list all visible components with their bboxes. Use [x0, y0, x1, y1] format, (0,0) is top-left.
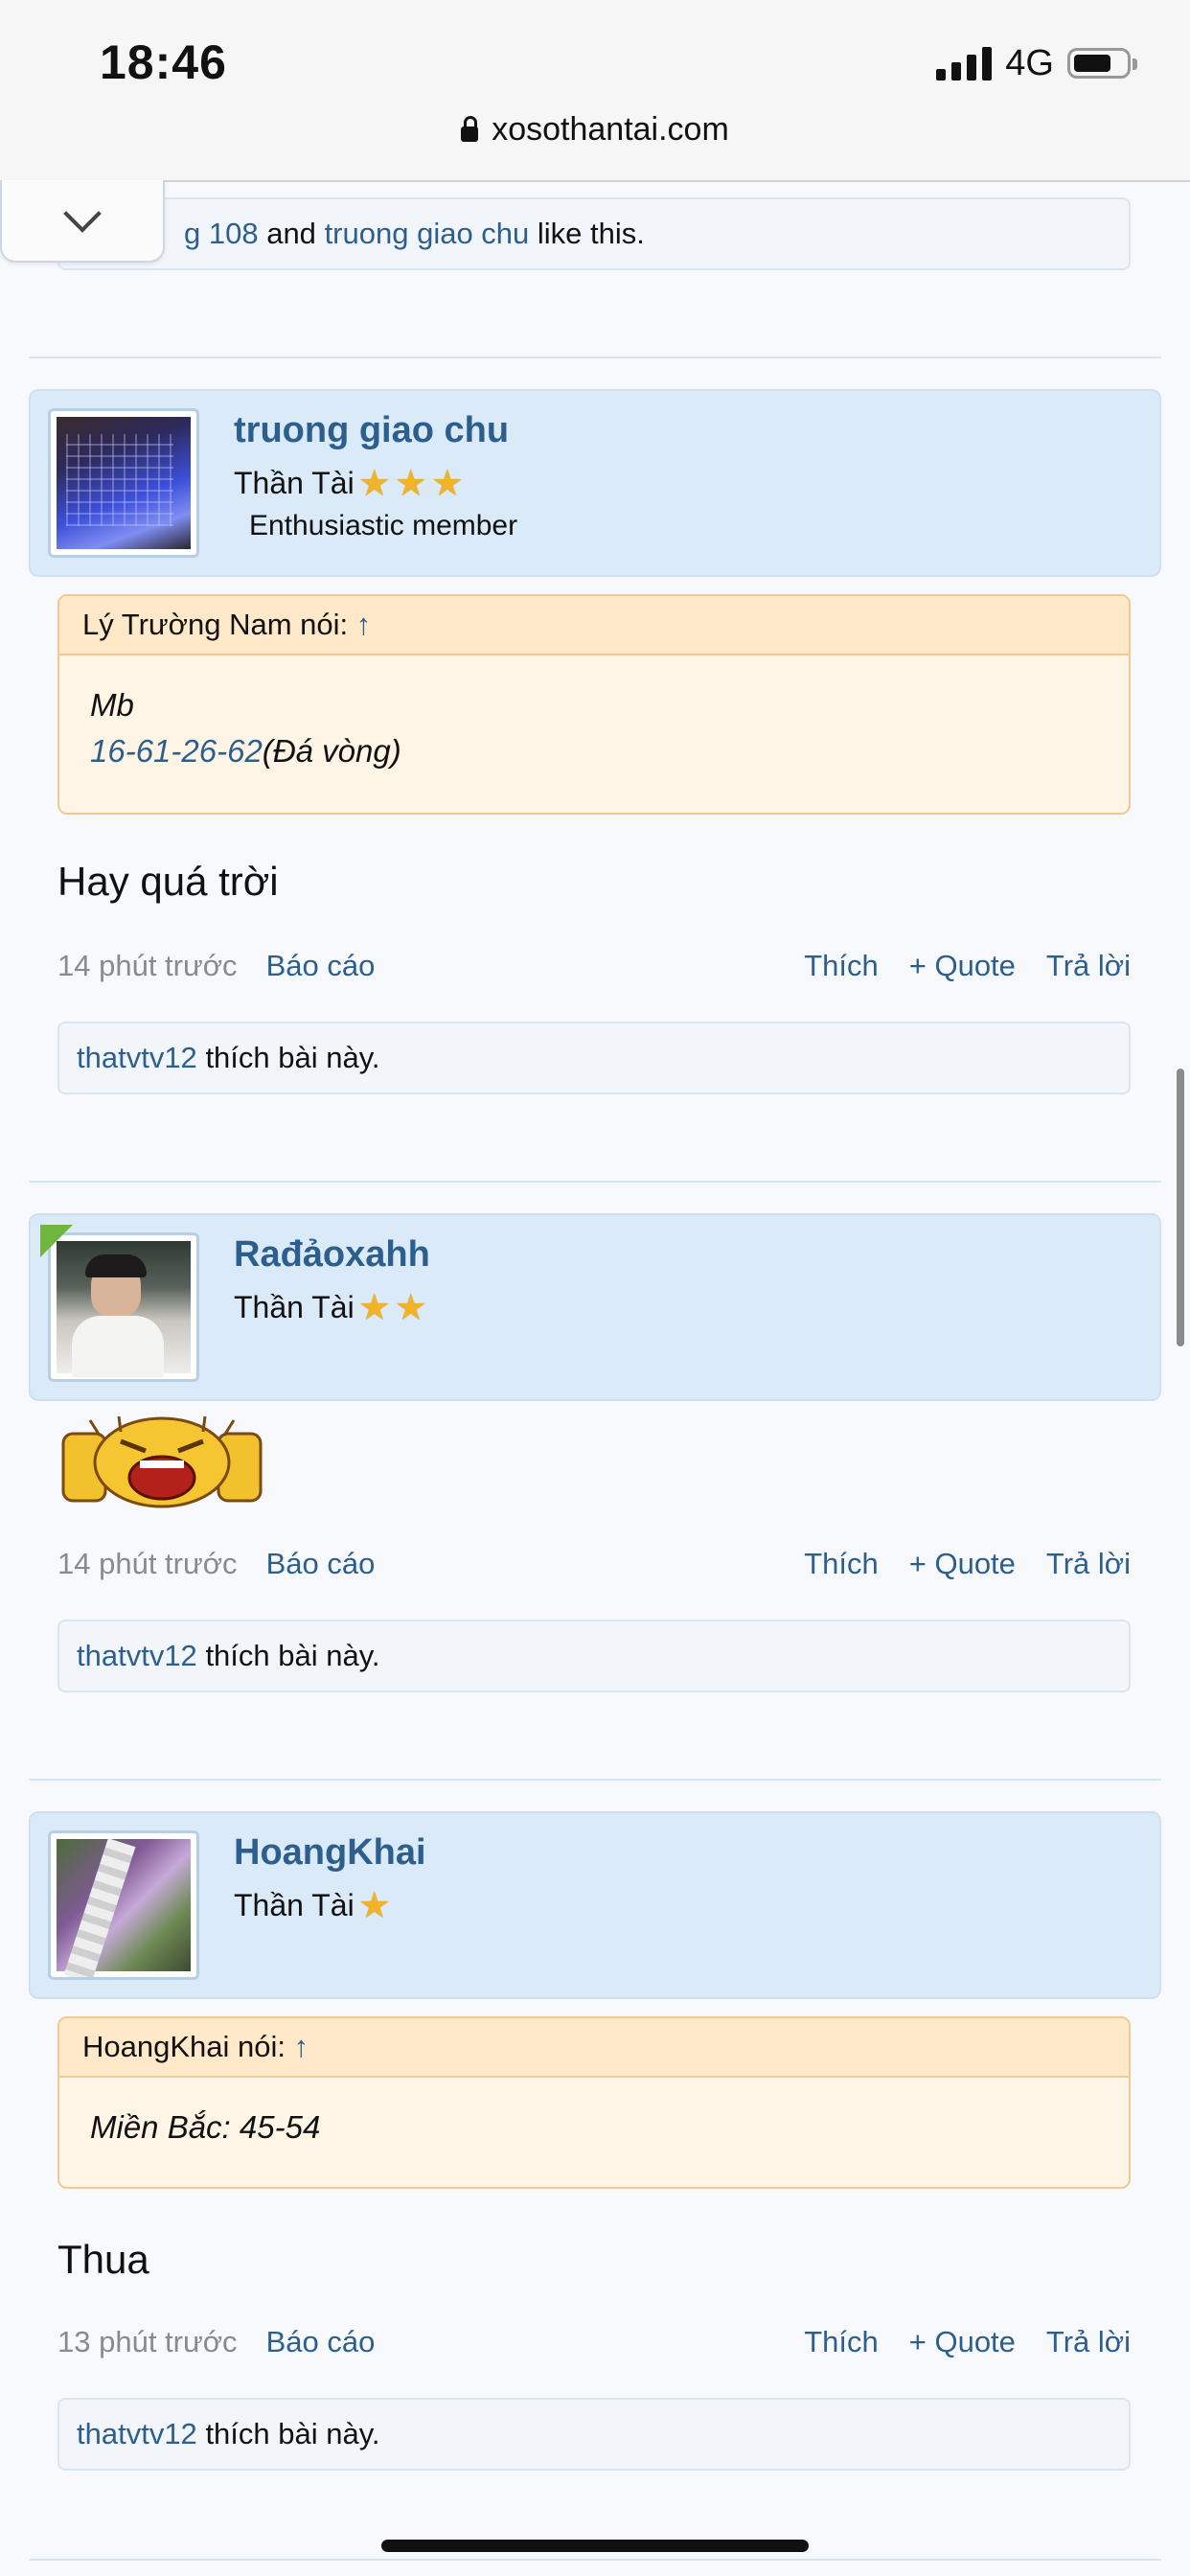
post-user-info: truong giao chu Thần Tài ★ ★ ★ Enthusiasti…: [29, 389, 1161, 577]
chevron-down-icon: [63, 195, 102, 233]
quote-block: Lý Trường Nam nói: ↑ Mb 16-61-26-62(Đá v…: [57, 594, 1131, 815]
quote-jump-arrow-icon[interactable]: ↑: [294, 2030, 309, 2064]
quote-block: HoangKhai nói: ↑ Miền Bắc: 45-54: [57, 2016, 1131, 2189]
post-divider: [29, 1779, 1161, 1781]
like-button[interactable]: Thích: [804, 949, 879, 983]
quote-jump-arrow-icon[interactable]: ↑: [356, 608, 372, 642]
likes-suffix: thích bài này.: [205, 2417, 380, 2450]
url-text: xosothantai.com: [492, 111, 729, 148]
liker-link[interactable]: g 108: [184, 217, 259, 251]
user-rank: Thần Tài ★: [234, 1884, 391, 1927]
star-icon: ★: [430, 464, 464, 504]
quote-button[interactable]: + Quote: [909, 949, 1016, 983]
star-icon: ★: [394, 464, 427, 504]
post-actions: 14 phút trước Báo cáo Thích + Quote Trả …: [57, 1547, 1131, 1581]
address-bar[interactable]: xosothantai.com: [0, 111, 1190, 149]
online-badge-icon: [40, 1225, 73, 1257]
post-actions: 14 phút trước Báo cáo Thích + Quote Trả …: [57, 949, 1131, 983]
likes-suffix: thích bài này.: [205, 1639, 380, 1672]
post-user-info: Rađảoxahh Thần Tài ★ ★: [29, 1213, 1161, 1401]
reply-button[interactable]: Trả lời: [1046, 949, 1131, 983]
quote-link[interactable]: 16-61-26-62: [90, 733, 263, 769]
quote-author: Lý Trường Nam nói:: [82, 608, 349, 641]
status-time: 18:46: [100, 35, 227, 89]
quote-author: HoangKhai nói:: [82, 2030, 286, 2063]
report-link[interactable]: Báo cáo: [266, 2325, 376, 2359]
liker-link[interactable]: truong giao chu: [325, 217, 530, 251]
post-user-info: HoangKhai Thần Tài ★: [29, 1811, 1161, 1999]
rank-label: Thần Tài: [234, 466, 355, 500]
post-actions: 13 phút trước Báo cáo Thích + Quote Trả …: [57, 2325, 1131, 2359]
liker-link[interactable]: thatvtv12: [77, 1639, 197, 1673]
browser-top-bar: 18:46 4G xosothantai.com: [0, 0, 1190, 182]
battery-icon: [1067, 48, 1137, 79]
post-time: 14 phút trước: [57, 1547, 238, 1580]
like-button[interactable]: Thích: [804, 2325, 879, 2359]
username-link[interactable]: HoangKhai: [234, 1832, 426, 1874]
quote-header: HoangKhai nói: ↑: [59, 2018, 1129, 2078]
avatar[interactable]: [48, 1830, 199, 1980]
username-link[interactable]: Rađảoxahh: [234, 1234, 430, 1276]
member-title: Enthusiastic member: [249, 510, 518, 541]
lock-icon: [461, 116, 479, 142]
star-icon: ★: [357, 1288, 391, 1328]
liker-link[interactable]: thatvtv12: [77, 2417, 197, 2451]
reply-button[interactable]: Trả lời: [1046, 2325, 1131, 2359]
likes-bar: g 108 and truong giao chu like this.: [57, 197, 1131, 270]
post-message: Hay quá trời: [57, 859, 279, 904]
cellular-signal-icon: [936, 46, 993, 80]
scrollbar[interactable]: [1177, 1069, 1184, 1346]
username-link[interactable]: truong giao chu: [234, 410, 509, 451]
quote-text: Mb: [90, 687, 134, 723]
quote-body: Mb 16-61-26-62(Đá vòng): [59, 656, 1129, 801]
post-divider: [29, 1181, 1161, 1183]
crying-emoticon-icon: [61, 1415, 263, 1508]
post-message: Thua: [57, 2237, 149, 2282]
post-divider: [29, 2559, 1161, 2561]
reply-button[interactable]: Trả lời: [1046, 1547, 1131, 1581]
rank-label: Thần Tài: [234, 1888, 355, 1922]
collapse-button[interactable]: [0, 180, 165, 263]
rank-label: Thần Tài: [234, 1290, 355, 1324]
status-icons: 4G: [936, 42, 1137, 83]
star-icon: ★: [357, 464, 391, 504]
like-button[interactable]: Thích: [804, 1547, 879, 1581]
liker-link[interactable]: thatvtv12: [77, 1041, 197, 1075]
star-icon: ★: [394, 1288, 427, 1328]
post-time: 13 phút trước: [57, 2325, 238, 2358]
user-rank: Thần Tài ★ ★ ★: [234, 462, 464, 505]
home-indicator[interactable]: [381, 2540, 809, 2552]
user-rank: Thần Tài ★ ★: [234, 1286, 427, 1329]
likes-and: and: [266, 217, 316, 250]
quote-header: Lý Trường Nam nói: ↑: [59, 596, 1129, 656]
quote-suffix: (Đá vòng): [262, 733, 401, 769]
quote-text: Miền Bắc: 45-54: [90, 2109, 321, 2145]
report-link[interactable]: Báo cáo: [266, 949, 376, 983]
report-link[interactable]: Báo cáo: [266, 1547, 376, 1581]
avatar[interactable]: [48, 408, 199, 558]
likes-suffix: thích bài này.: [205, 1041, 380, 1074]
quote-button[interactable]: + Quote: [909, 2325, 1016, 2359]
post-divider: [29, 356, 1161, 358]
likes-bar: thatvtv12 thích bài này.: [57, 1022, 1131, 1094]
post-time: 14 phút trước: [57, 949, 238, 982]
likes-bar: thatvtv12 thích bài này.: [57, 2398, 1131, 2471]
quote-button[interactable]: + Quote: [909, 1547, 1016, 1581]
quote-body: Miền Bắc: 45-54: [59, 2078, 1129, 2177]
network-type: 4G: [1005, 42, 1054, 83]
star-icon: ★: [357, 1886, 391, 1926]
likes-suffix: like this.: [537, 217, 645, 250]
likes-bar: thatvtv12 thích bài này.: [57, 1620, 1131, 1692]
